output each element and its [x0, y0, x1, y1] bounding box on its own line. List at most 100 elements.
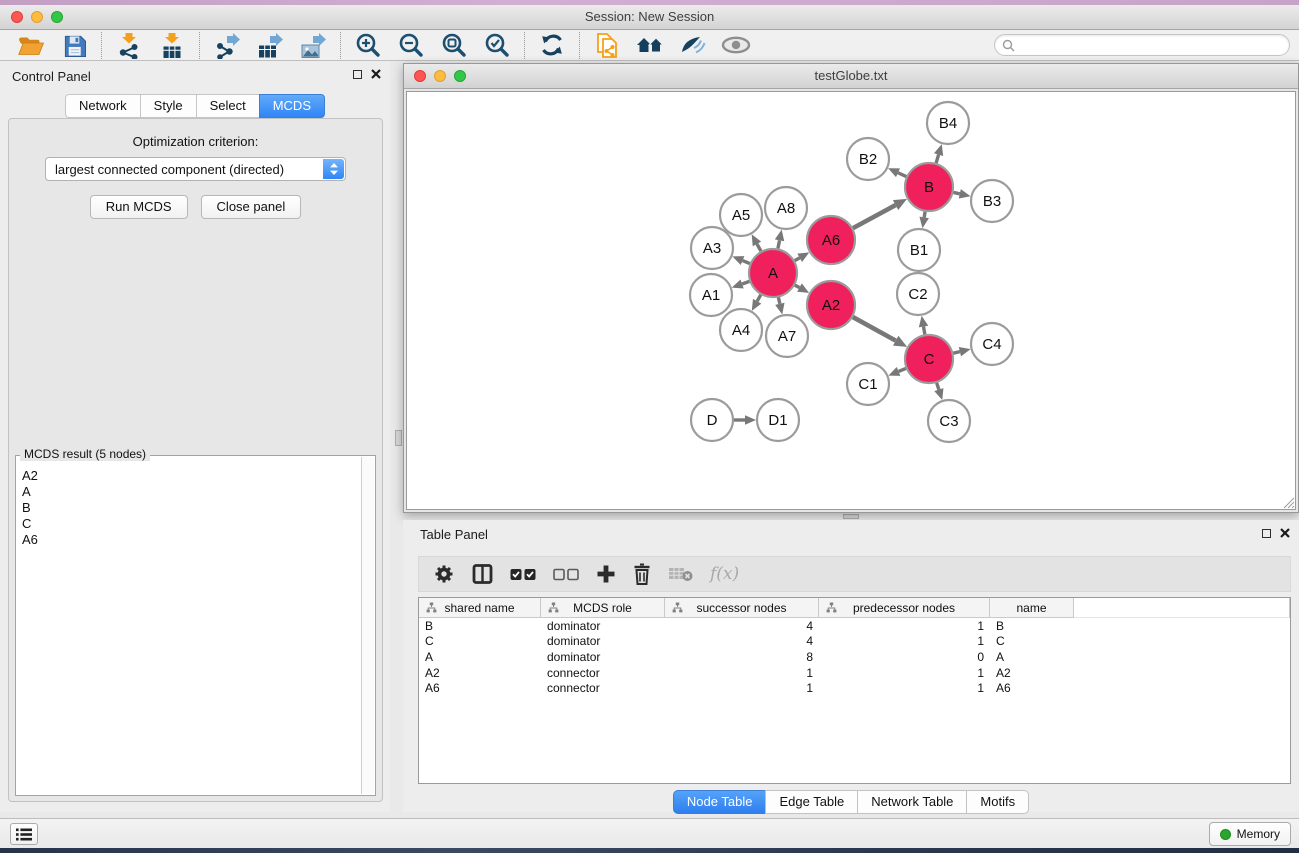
graph-edge[interactable] — [937, 383, 939, 390]
graph-edge[interactable] — [757, 244, 761, 251]
mcds-result-item[interactable]: A2 — [18, 468, 359, 484]
tab-style[interactable]: Style — [140, 94, 196, 118]
select-all-columns-icon[interactable] — [510, 568, 537, 581]
graph-edge[interactable] — [899, 368, 906, 371]
table-row[interactable]: A6connector11A6 — [419, 680, 1290, 696]
minimize-window-button[interactable] — [31, 11, 43, 23]
node-D1[interactable]: D1 — [757, 399, 799, 441]
unselect-all-columns-icon[interactable] — [553, 568, 580, 581]
graph-edge[interactable] — [778, 297, 779, 303]
node-A2[interactable]: A2 — [807, 281, 855, 329]
mcds-result-item[interactable]: B — [18, 500, 359, 516]
column-header-name[interactable]: name — [990, 598, 1074, 618]
node-A3[interactable]: A3 — [691, 227, 733, 269]
run-mcds-button[interactable]: Run MCDS — [90, 195, 188, 219]
open-folder-icon[interactable] — [15, 32, 47, 59]
vertical-splitter-handle[interactable] — [395, 430, 402, 446]
mcds-result-item[interactable]: C — [18, 516, 359, 532]
node-A5[interactable]: A5 — [720, 194, 762, 236]
graph-edge[interactable] — [795, 285, 800, 288]
node-A1[interactable]: A1 — [690, 274, 732, 316]
mcds-result-item[interactable]: A6 — [18, 532, 359, 548]
node-A8[interactable]: A8 — [765, 187, 807, 229]
node-C[interactable]: C — [905, 335, 953, 383]
tab-network[interactable]: Network — [65, 94, 140, 118]
export-image-icon[interactable] — [297, 32, 329, 59]
node-C3[interactable]: C3 — [928, 400, 970, 442]
criterion-dropdown[interactable]: largest connected component (directed) — [45, 157, 346, 181]
graph-edge[interactable] — [898, 173, 906, 177]
network-window-titlebar[interactable]: testGlobe.txt — [404, 64, 1298, 89]
table-row[interactable]: Bdominator41B — [419, 618, 1290, 634]
graph-edge[interactable] — [924, 327, 925, 335]
save-session-icon[interactable] — [58, 32, 90, 59]
close-window-button[interactable] — [11, 11, 23, 23]
node-A6[interactable]: A6 — [807, 216, 855, 264]
tab-network-table[interactable]: Network Table — [857, 790, 966, 814]
task-history-button[interactable] — [10, 823, 38, 845]
graph-edge[interactable] — [742, 281, 749, 284]
node-B[interactable]: B — [905, 163, 953, 211]
node-B4[interactable]: B4 — [927, 102, 969, 144]
column-header-successor-nodes[interactable]: successor nodes — [665, 598, 819, 618]
column-header-shared-name[interactable]: shared name — [419, 598, 541, 618]
result-scrollbar[interactable] — [361, 457, 374, 794]
zoom-selected-icon[interactable] — [481, 32, 513, 59]
node-B3[interactable]: B3 — [971, 180, 1013, 222]
delete-table-icon[interactable] — [668, 565, 694, 583]
node-A4[interactable]: A4 — [720, 309, 762, 351]
show-column-icon[interactable] — [471, 563, 494, 585]
hide-details-icon[interactable] — [677, 32, 709, 59]
delete-column-icon[interactable] — [632, 563, 652, 585]
zoom-in-icon[interactable] — [352, 32, 384, 59]
graph-edge[interactable] — [778, 240, 780, 248]
horizontal-splitter-handle[interactable] — [843, 514, 859, 519]
node-A7[interactable]: A7 — [766, 315, 808, 357]
tab-select[interactable]: Select — [196, 94, 259, 118]
add-column-icon[interactable] — [596, 564, 616, 584]
zoom-out-icon[interactable] — [395, 32, 427, 59]
export-table-icon[interactable] — [254, 32, 286, 59]
search-field[interactable] — [994, 34, 1290, 56]
table-row[interactable]: Adominator80A — [419, 649, 1290, 665]
float-table-panel-icon[interactable] — [1262, 529, 1271, 538]
show-details-eye-icon[interactable] — [720, 32, 752, 59]
graph-edge[interactable] — [953, 192, 959, 193]
node-A[interactable]: A — [749, 249, 797, 297]
graph-edge[interactable] — [924, 212, 925, 218]
tab-mcds[interactable]: MCDS — [259, 94, 325, 118]
import-network-icon[interactable] — [113, 32, 145, 59]
tab-edge-table[interactable]: Edge Table — [765, 790, 857, 814]
node-B2[interactable]: B2 — [847, 138, 889, 180]
export-network-icon[interactable] — [211, 32, 243, 59]
graph-edge[interactable] — [743, 261, 750, 264]
zoom-network-button[interactable] — [454, 70, 466, 82]
resize-handle-icon[interactable] — [1281, 495, 1295, 509]
settings-gear-icon[interactable] — [433, 563, 455, 585]
column-header-MCDS-role[interactable]: MCDS role — [541, 598, 665, 618]
graph-edge[interactable] — [853, 205, 896, 228]
graph-edge[interactable] — [936, 155, 938, 163]
refresh-layout-icon[interactable] — [536, 32, 568, 59]
minimize-network-button[interactable] — [434, 70, 446, 82]
table-row[interactable]: A2connector11A2 — [419, 665, 1290, 681]
first-neighbors-icon[interactable] — [634, 32, 666, 59]
graph-edge[interactable] — [795, 258, 800, 261]
node-C4[interactable]: C4 — [971, 323, 1013, 365]
zoom-window-button[interactable] — [51, 11, 63, 23]
node-table[interactable]: shared nameMCDS rolesuccessor nodesprede… — [418, 597, 1291, 784]
zoom-fit-icon[interactable] — [438, 32, 470, 59]
search-input[interactable] — [1015, 38, 1289, 52]
copy-network-icon[interactable] — [591, 32, 623, 59]
node-C1[interactable]: C1 — [847, 363, 889, 405]
node-B1[interactable]: B1 — [898, 229, 940, 271]
tab-motifs[interactable]: Motifs — [966, 790, 1029, 814]
memory-button[interactable]: Memory — [1209, 822, 1291, 846]
graph-edge[interactable] — [953, 352, 960, 354]
close-panel-icon[interactable] — [371, 69, 381, 79]
mcds-result-item[interactable]: A — [18, 484, 359, 500]
import-table-icon[interactable] — [156, 32, 188, 59]
close-table-panel-icon[interactable] — [1280, 528, 1290, 538]
close-network-button[interactable] — [414, 70, 426, 82]
tab-node-table[interactable]: Node Table — [673, 790, 766, 814]
